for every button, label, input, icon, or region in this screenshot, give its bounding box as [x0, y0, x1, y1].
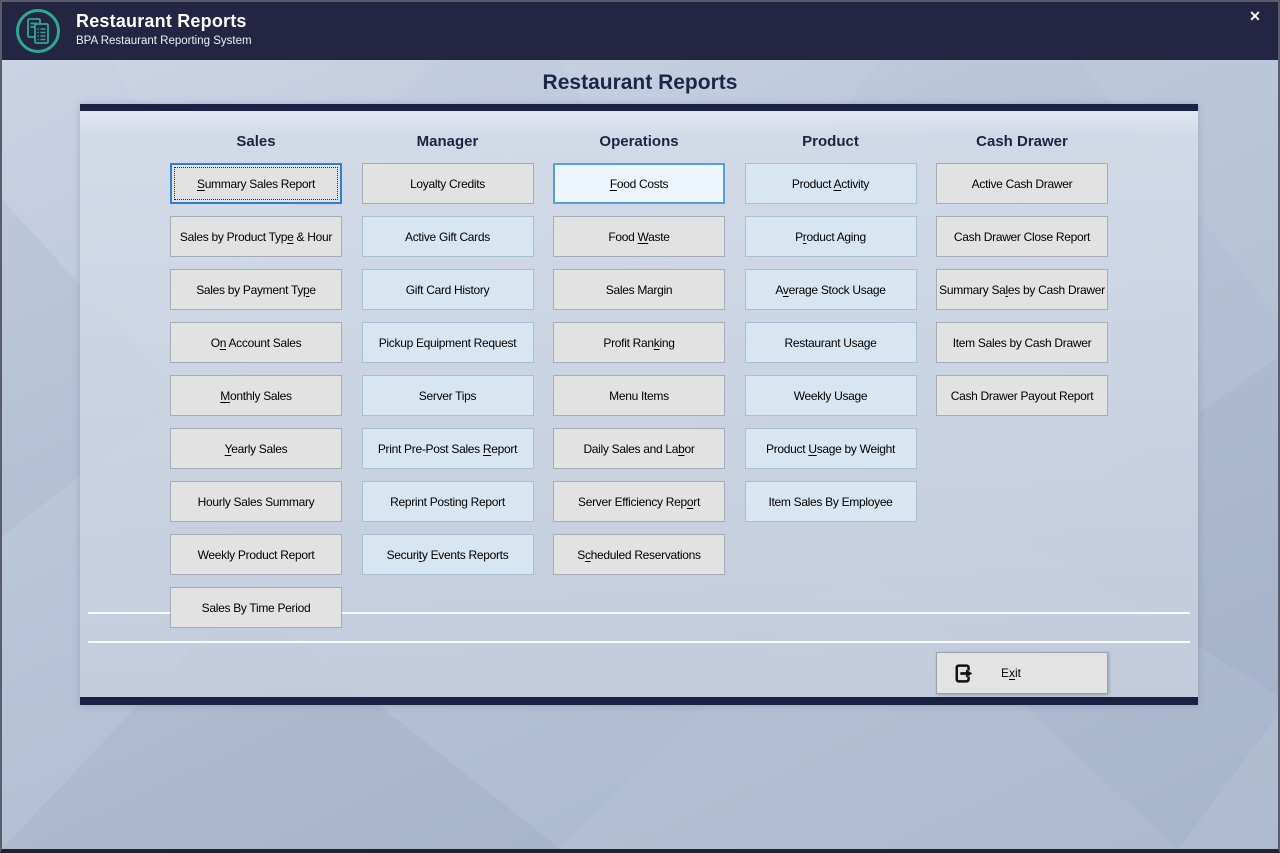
button-label: Active Cash Drawer [971, 176, 1073, 191]
reports-panel: Sales Summary Sales Report Sales by Produc… [80, 104, 1198, 705]
button-label: Food Waste [608, 229, 670, 244]
report-button-yearly-sales[interactable]: Yearly Sales [170, 428, 342, 469]
report-button-food-waste[interactable]: Food Waste [553, 216, 725, 257]
titlebar: Restaurant Reports BPA Restaurant Report… [2, 2, 1278, 60]
report-button-summary-sales-report[interactable]: Summary Sales Report [170, 163, 342, 204]
button-label: Food Costs [609, 176, 669, 191]
button-label: Hourly Sales Summary [197, 494, 315, 509]
report-button-server-efficiency-report[interactable]: Server Efficiency Report [553, 481, 725, 522]
report-button-print-pre-post-sales-report[interactable]: Print Pre-Post Sales Report [361, 428, 534, 469]
report-button-profit-ranking[interactable]: Profit Ranking [553, 322, 725, 363]
button-label: Item Sales by Cash Drawer [952, 335, 1092, 350]
button-label: Scheduled Reservations [577, 547, 701, 562]
button-label: Yearly Sales [224, 441, 288, 456]
report-button-sales-by-time-period[interactable]: Sales By Time Period [170, 587, 342, 628]
page-title: Restaurant Reports [542, 71, 738, 94]
report-button-food-costs[interactable]: Food Costs [553, 163, 725, 204]
report-button-server-tips[interactable]: Server Tips [361, 375, 534, 416]
button-label: Sales Margin [605, 282, 673, 297]
report-button-daily-sales-and-labor[interactable]: Daily Sales and Labor [553, 428, 725, 469]
button-label: On Account Sales [210, 335, 302, 350]
button-label: Cash Drawer Payout Report [950, 388, 1094, 403]
button-label: Restaurant Usage [784, 335, 877, 350]
column-header-sales: Sales [236, 133, 276, 150]
column-manager: Manager Loyalty Credits Active Gift Cards G… [361, 130, 534, 587]
column-product: Product Product Activity Product Aging Aver… [744, 130, 917, 534]
column-header-cash-drawer: Cash Drawer [976, 133, 1068, 150]
button-label: Exit [1001, 666, 1022, 680]
report-button-hourly-sales-summary[interactable]: Hourly Sales Summary [170, 481, 342, 522]
report-button-cash-drawer-close-report[interactable]: Cash Drawer Close Report [936, 216, 1108, 257]
button-label: Profit Ranking [603, 335, 675, 350]
report-button-item-sales-by-cash-drawer[interactable]: Item Sales by Cash Drawer [936, 322, 1108, 363]
report-button-average-stock-usage[interactable]: Average Stock Usage [744, 269, 917, 310]
button-label: Product Activity [791, 176, 870, 191]
report-button-security-events-reports[interactable]: Security Events Reports [361, 534, 534, 575]
close-icon[interactable]: ✕ [1245, 6, 1265, 26]
report-button-loyalty-credits[interactable]: Loyalty Credits [361, 163, 534, 204]
report-button-weekly-usage[interactable]: Weekly Usage [744, 375, 917, 416]
column-header-product: Product [802, 133, 859, 150]
column-cash-drawer: Cash Drawer Active Cash Drawer Cash Drawer… [936, 130, 1108, 428]
button-label: Active Gift Cards [405, 229, 490, 244]
report-button-menu-items[interactable]: Menu Items [553, 375, 725, 416]
button-label: Sales by Product Type & Hour [179, 229, 333, 244]
button-label: Daily Sales and Labor [583, 441, 695, 456]
button-label: Item Sales By Employee [768, 494, 893, 509]
button-label: Monthly Sales [220, 388, 292, 403]
report-button-monthly-sales[interactable]: Monthly Sales [170, 375, 342, 416]
button-label: Product Aging [795, 229, 866, 244]
report-button-restaurant-usage[interactable]: Restaurant Usage [744, 322, 917, 363]
button-label: Loyalty Credits [410, 176, 485, 191]
report-button-cash-drawer-payout-report[interactable]: Cash Drawer Payout Report [936, 375, 1108, 416]
button-label: Security Events Reports [386, 547, 509, 562]
button-label: Print Pre-Post Sales Report [377, 441, 518, 456]
report-button-active-cash-drawer[interactable]: Active Cash Drawer [936, 163, 1108, 204]
button-label: Average Stock Usage [775, 282, 886, 297]
button-label: Summary Sales Report [196, 176, 316, 191]
report-button-scheduled-reservations[interactable]: Scheduled Reservations [553, 534, 725, 575]
column-header-operations: Operations [599, 133, 679, 150]
column-sales: Sales Summary Sales Report Sales by Produc… [170, 130, 342, 640]
button-label: Pickup Equipment Request [378, 335, 517, 350]
report-button-product-activity[interactable]: Product Activity [744, 163, 917, 204]
button-label: Cash Drawer Close Report [953, 229, 1091, 244]
window-subtitle: BPA Restaurant Reporting System [76, 35, 252, 47]
report-button-item-sales-by-employee[interactable]: Item Sales By Employee [744, 481, 917, 522]
main-area: Restaurant Reports Sales Summary Sales Re… [2, 60, 1278, 849]
report-button-summary-sales-by-cash-drawer[interactable]: Summary Sales by Cash Drawer [936, 269, 1108, 310]
button-label: Sales by Payment Type [196, 282, 316, 297]
button-label: Server Tips [418, 388, 477, 403]
button-label: Gift Card History [405, 282, 490, 297]
column-header-manager: Manager [416, 133, 479, 150]
app-logo-icon [16, 9, 60, 53]
button-label: Server Efficiency Report [578, 494, 700, 509]
report-button-product-aging[interactable]: Product Aging [744, 216, 917, 257]
report-button-on-account-sales[interactable]: On Account Sales [170, 322, 342, 363]
app-window: Restaurant Reports BPA Restaurant Report… [0, 0, 1280, 853]
button-label: Product Usage by Weight [766, 441, 895, 456]
exit-button-label: Exit [1001, 666, 1021, 680]
exit-icon [955, 663, 973, 683]
button-label: Reprint Posting Report [390, 494, 505, 509]
button-label: Menu Items [609, 388, 669, 403]
reports-grid: Sales Summary Sales Report Sales by Produc… [80, 104, 1198, 705]
report-button-reprint-posting-report[interactable]: Reprint Posting Report [361, 481, 534, 522]
button-label: Summary Sales by Cash Drawer [939, 282, 1105, 297]
button-label: Sales By Time Period [201, 600, 311, 615]
report-button-product-usage-by-weight[interactable]: Product Usage by Weight [744, 428, 917, 469]
report-button-sales-by-product-type-hour[interactable]: Sales by Product Type & Hour [170, 216, 342, 257]
report-button-sales-by-payment-type[interactable]: Sales by Payment Type [170, 269, 342, 310]
window-title: Restaurant Reports [76, 11, 247, 31]
report-button-sales-margin[interactable]: Sales Margin [553, 269, 725, 310]
exit-button[interactable]: Exit [936, 652, 1108, 694]
button-label: Weekly Product Report [197, 547, 315, 562]
column-operations: Operations Food Costs Food Waste Sales Marg… [553, 130, 725, 587]
report-button-gift-card-history[interactable]: Gift Card History [361, 269, 534, 310]
report-button-weekly-product-report[interactable]: Weekly Product Report [170, 534, 342, 575]
button-label: Weekly Usage [793, 388, 868, 403]
report-button-active-gift-cards[interactable]: Active Gift Cards [361, 216, 534, 257]
report-button-pickup-equipment-request[interactable]: Pickup Equipment Request [361, 322, 534, 363]
